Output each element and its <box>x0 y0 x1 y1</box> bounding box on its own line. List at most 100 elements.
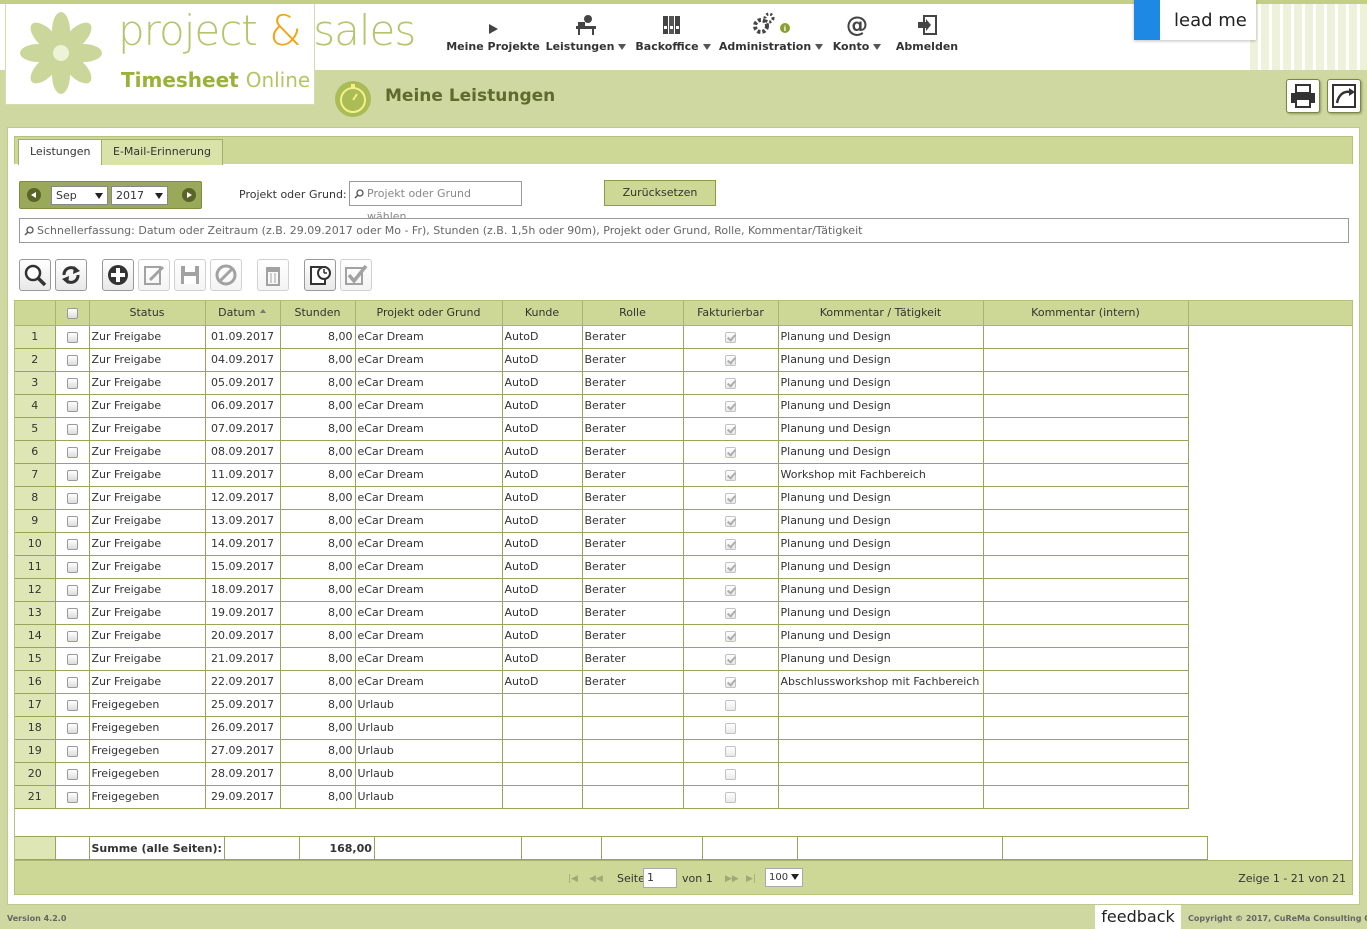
cell-fakturierbar[interactable] <box>683 371 779 395</box>
print-button[interactable] <box>1286 79 1320 113</box>
billable-checkbox[interactable] <box>725 561 736 573</box>
header-kommentar[interactable]: Kommentar / Tätigkeit <box>778 301 984 326</box>
cell-status[interactable]: Zur Freigabe <box>89 509 206 533</box>
row-checkbox[interactable] <box>66 768 78 780</box>
cell-stunden[interactable]: 8,00 <box>280 486 356 510</box>
cell-stunden[interactable]: 8,00 <box>280 762 356 786</box>
cell-projekt[interactable]: eCar Dream <box>355 601 503 625</box>
row-select-cell[interactable] <box>55 463 90 487</box>
row-select-cell[interactable] <box>55 670 90 694</box>
billable-checkbox[interactable] <box>725 745 736 757</box>
billable-checkbox[interactable] <box>725 699 736 711</box>
row-select-cell[interactable] <box>55 532 90 556</box>
row-checkbox[interactable] <box>66 630 78 642</box>
cell-status[interactable]: Zur Freigabe <box>89 624 206 648</box>
cell-fakturierbar[interactable] <box>683 509 779 533</box>
cell-kommentar-intern[interactable] <box>983 486 1189 510</box>
table-row[interactable]: 4 Zur Freigabe 06.09.2017 8,00 eCar Dream Aut… <box>15 394 1352 418</box>
nav-leistungen[interactable]: Leistungen <box>546 10 627 60</box>
cell-status[interactable]: Zur Freigabe <box>89 601 206 625</box>
row-checkbox[interactable] <box>66 515 78 527</box>
cell-kunde[interactable]: AutoD <box>502 670 583 694</box>
cell-fakturierbar[interactable] <box>683 394 779 418</box>
cell-kommentar[interactable]: Workshop mit Fachbereich <box>778 463 984 487</box>
cell-rolle[interactable]: Berater <box>582 601 684 625</box>
billable-checkbox[interactable] <box>725 492 736 504</box>
billable-checkbox[interactable] <box>725 653 736 665</box>
cell-kommentar-intern[interactable] <box>983 509 1189 533</box>
cell-datum[interactable]: 05.09.2017 <box>205 371 281 395</box>
row-checkbox[interactable] <box>66 699 78 711</box>
cell-kommentar[interactable]: Planung und Design <box>778 555 984 579</box>
save-button[interactable] <box>174 259 206 291</box>
cell-datum[interactable]: 21.09.2017 <box>205 647 281 671</box>
table-row[interactable]: 11 Zur Freigabe 15.09.2017 8,00 eCar Dream Au… <box>15 555 1352 579</box>
cell-projekt[interactable]: eCar Dream <box>355 371 503 395</box>
row-checkbox[interactable] <box>66 722 78 734</box>
billable-checkbox[interactable] <box>725 722 736 734</box>
cell-projekt[interactable]: eCar Dream <box>355 394 503 418</box>
table-row[interactable]: 5 Zur Freigabe 07.09.2017 8,00 eCar Dream Aut… <box>15 417 1352 441</box>
cell-status[interactable]: Zur Freigabe <box>89 463 206 487</box>
cell-datum[interactable]: 26.09.2017 <box>205 716 281 740</box>
cell-stunden[interactable]: 8,00 <box>280 624 356 648</box>
cell-kunde[interactable]: AutoD <box>502 486 583 510</box>
logo[interactable]: project & sales Timesheet Online <box>5 4 416 105</box>
cell-fakturierbar[interactable] <box>683 348 779 372</box>
cell-rolle[interactable]: Berater <box>582 486 684 510</box>
cell-kunde[interactable]: AutoD <box>502 555 583 579</box>
last-page-icon[interactable]: ▶| <box>746 874 756 884</box>
row-checkbox[interactable] <box>66 331 78 343</box>
cell-fakturierbar[interactable] <box>683 739 779 763</box>
cell-stunden[interactable]: 8,00 <box>280 601 356 625</box>
cell-projekt[interactable]: eCar Dream <box>355 555 503 579</box>
billable-checkbox[interactable] <box>725 446 736 458</box>
delete-button[interactable] <box>257 259 289 291</box>
cell-stunden[interactable]: 8,00 <box>280 532 356 556</box>
cell-kommentar[interactable]: Abschlussworkshop mit Fachbereich <box>778 670 984 694</box>
cell-status[interactable]: Zur Freigabe <box>89 555 206 579</box>
billable-checkbox[interactable] <box>725 400 736 412</box>
table-row[interactable]: 9 Zur Freigabe 13.09.2017 8,00 eCar Dream Aut… <box>15 509 1352 533</box>
cell-fakturierbar[interactable] <box>683 555 779 579</box>
cell-datum[interactable]: 20.09.2017 <box>205 624 281 648</box>
cell-projekt[interactable]: eCar Dream <box>355 348 503 372</box>
nav-administration[interactable]: i Administration <box>719 10 824 60</box>
month-select[interactable]: Sep <box>51 186 108 205</box>
cell-kommentar-intern[interactable] <box>983 785 1189 809</box>
cell-rolle[interactable]: Berater <box>582 532 684 556</box>
cell-stunden[interactable]: 8,00 <box>280 785 356 809</box>
billable-checkbox[interactable] <box>725 676 736 688</box>
cell-rolle[interactable]: Berater <box>582 463 684 487</box>
row-select-cell[interactable] <box>55 785 90 809</box>
year-select[interactable]: 2017 <box>111 186 168 205</box>
cell-rolle[interactable]: Berater <box>582 555 684 579</box>
header-stunden[interactable]: Stunden <box>280 301 356 326</box>
cell-status[interactable]: Zur Freigabe <box>89 417 206 441</box>
cell-rolle[interactable]: Berater <box>582 371 684 395</box>
cell-kommentar[interactable]: Planung und Design <box>778 440 984 464</box>
cell-kommentar[interactable]: Planung und Design <box>778 417 984 441</box>
cancel-button[interactable] <box>210 259 242 291</box>
cell-datum[interactable]: 27.09.2017 <box>205 739 281 763</box>
cell-stunden[interactable]: 8,00 <box>280 394 356 418</box>
cell-datum[interactable]: 04.09.2017 <box>205 348 281 372</box>
cell-kommentar-intern[interactable] <box>983 371 1189 395</box>
cell-kunde[interactable]: AutoD <box>502 348 583 372</box>
row-checkbox[interactable] <box>66 400 78 412</box>
cell-kommentar-intern[interactable] <box>983 394 1189 418</box>
cell-kunde[interactable]: AutoD <box>502 509 583 533</box>
lead-me-button[interactable]: lead me <box>1134 0 1256 40</box>
cell-kommentar-intern[interactable] <box>983 716 1189 740</box>
prev-page-icon[interactable]: ◀◀ <box>589 874 603 884</box>
nav-meine-projekte[interactable]: Meine Projekte <box>446 10 540 60</box>
cell-datum[interactable]: 14.09.2017 <box>205 532 281 556</box>
cell-datum[interactable]: 22.09.2017 <box>205 670 281 694</box>
cell-kommentar[interactable]: Planung und Design <box>778 371 984 395</box>
cell-kommentar-intern[interactable] <box>983 624 1189 648</box>
approve-button[interactable] <box>340 259 372 291</box>
cell-stunden[interactable]: 8,00 <box>280 371 356 395</box>
cell-kunde[interactable]: AutoD <box>502 578 583 602</box>
cell-kommentar-intern[interactable] <box>983 348 1189 372</box>
billable-checkbox[interactable] <box>725 607 736 619</box>
